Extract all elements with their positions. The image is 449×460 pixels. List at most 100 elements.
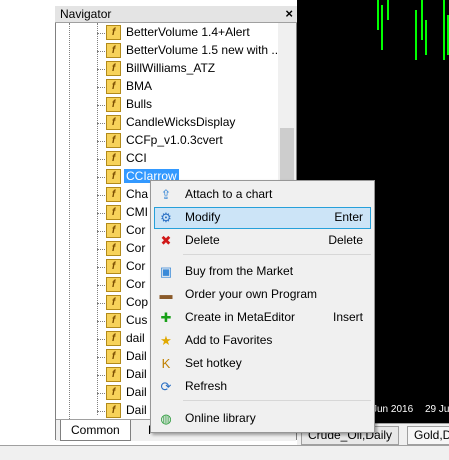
tree-guide-line (97, 393, 105, 394)
candle-mark (425, 20, 427, 55)
tree-guide-line (97, 123, 105, 124)
menu-item-delete[interactable]: ✖ Delete Delete (154, 230, 371, 252)
navigator-item[interactable]: f BMA (106, 78, 278, 96)
menu-item-add-to-favorites[interactable]: ★ Add to Favorites (154, 330, 371, 352)
menu-item-buy-from-the-market[interactable]: ▣ Buy from the Market (154, 261, 371, 283)
indicator-fx-icon: f (106, 25, 121, 40)
tree-guide-line (97, 177, 105, 178)
navigator-item[interactable]: f BillWilliams_ATZ (106, 60, 278, 78)
navigator-item-label: Cor (126, 259, 146, 273)
navigator-item-label: BMA (126, 79, 153, 93)
tree-guide-line (97, 231, 105, 232)
shopping-bag-icon: ▣ (159, 264, 173, 279)
menu-item-set-hotkey[interactable]: K Set hotkey (154, 353, 371, 375)
indicator-fx-icon: f (106, 277, 121, 292)
candle-mark (387, 0, 389, 20)
indicator-fx-icon: f (106, 295, 121, 310)
navigator-item-label: CCFp_v1.0.3cvert (126, 133, 223, 147)
menu-item-label: Add to Favorites (185, 333, 273, 347)
navigator-item-label: Cor (126, 223, 146, 237)
candle-mark (377, 0, 379, 30)
indicator-fx-icon: f (106, 223, 121, 238)
delete-x-icon: ✖ (160, 233, 172, 248)
navigator-item[interactable]: f BetterVolume 1.5 new with ... (106, 42, 278, 60)
indicator-fx-icon: f (106, 79, 121, 94)
date-label: Jun 2016 (372, 404, 414, 415)
indicator-fx-icon: f (106, 169, 121, 184)
navigator-item[interactable]: f BetterVolume 1.4+Alert (106, 24, 278, 42)
plus-icon: ✚ (160, 310, 172, 325)
navigator-item-label: Cor (126, 241, 146, 255)
tree-guide-line (97, 321, 105, 322)
refresh-icon: ⟳ (160, 379, 172, 394)
indicator-fx-icon: f (106, 43, 121, 58)
navigator-item-label: Cor (126, 277, 146, 291)
menu-item-create-in-metaeditor[interactable]: ✚ Create in MetaEditor Insert (154, 307, 371, 329)
indicator-fx-icon: f (106, 115, 121, 130)
context-menu: ⇪ Attach to a chart ⚙ Modify Enter ✖ Delete Del… (150, 180, 375, 433)
tree-guide-line (97, 285, 105, 286)
navigator-item-label: BillWilliams_ATZ (126, 61, 216, 75)
navigator-item-label: Dail (126, 367, 147, 381)
navigator-item-label: BetterVolume 1.4+Alert (126, 25, 250, 39)
navigator-title: Navigator (60, 7, 112, 21)
indicator-fx-icon: f (106, 187, 121, 202)
star-icon: ★ (160, 333, 172, 348)
indicator-fx-icon: f (106, 403, 121, 418)
tree-guide-line (97, 267, 105, 268)
navigator-item[interactable]: f CandleWicksDisplay (106, 114, 278, 132)
tree-guide-line (97, 195, 105, 196)
briefcase-icon: ▬ (159, 287, 173, 302)
menu-item-label: Modify (185, 210, 221, 224)
indicator-fx-icon: f (106, 151, 121, 166)
date-label: 29 Ju (425, 404, 449, 415)
candle-mark (415, 10, 417, 60)
indicator-fx-icon: f (106, 367, 121, 382)
close-icon[interactable]: × (285, 6, 293, 21)
menu-item-attach-to-a-chart[interactable]: ⇪ Attach to a chart (154, 184, 371, 206)
menu-separator (183, 400, 371, 401)
indicator-fx-icon: f (106, 61, 121, 76)
menu-item-modify[interactable]: ⚙ Modify Enter (154, 207, 371, 229)
tree-guide-line (69, 23, 70, 419)
navigator-item-label: Cop (126, 295, 149, 309)
tree-guide-line (97, 33, 105, 34)
hotkey-icon: K (161, 356, 171, 371)
menu-item-shortcut: Insert (332, 310, 363, 324)
tree-guide-line (97, 51, 105, 52)
indicator-fx-icon: f (106, 133, 121, 148)
candle-mark (381, 5, 383, 50)
indicator-fx-icon: f (106, 385, 121, 400)
menu-item-order-your-own-program[interactable]: ▬ Order your own Program (154, 284, 371, 306)
navigator-item[interactable]: f CCI (106, 150, 278, 168)
navigator-item[interactable]: f CCFp_v1.0.3cvert (106, 132, 278, 150)
menu-item-label: Create in MetaEditor (185, 310, 296, 324)
navigator-item-label: Cha (126, 187, 149, 201)
tree-guide-line (97, 141, 105, 142)
menu-item-label: Delete (185, 233, 220, 247)
menu-item-online-library[interactable]: ◍ Online library (154, 408, 371, 430)
menu-item-refresh[interactable]: ⟳ Refresh (154, 376, 371, 398)
tree-guide-line (97, 375, 105, 376)
tab-common[interactable]: Common (60, 420, 131, 441)
menu-item-shortcut: Delete (328, 233, 363, 247)
navigator-item-label: dail (126, 331, 145, 345)
menu-item-label: Set hotkey (185, 356, 242, 370)
menu-item-shortcut: Enter (334, 210, 363, 224)
tree-guide-line (97, 357, 105, 358)
menu-item-label: Order your own Program (185, 287, 318, 301)
indicator-fx-icon: f (106, 259, 121, 274)
indicator-fx-icon: f (106, 349, 121, 364)
navigator-item-label: Bulls (126, 97, 153, 111)
candle-mark (421, 0, 423, 40)
candle-mark (443, 0, 445, 60)
menu-item-label: Refresh (185, 379, 228, 393)
globe-icon: ◍ (160, 411, 172, 426)
menu-item-label: Attach to a chart (185, 187, 273, 201)
indicator-fx-icon: f (106, 97, 121, 112)
menu-separator (183, 254, 371, 255)
navigator-item[interactable]: f Bulls (106, 96, 278, 114)
tree-guide-line (97, 339, 105, 340)
tree-guide-line (97, 69, 105, 70)
chart-tab-gold[interactable]: Gold,Da (407, 426, 449, 445)
